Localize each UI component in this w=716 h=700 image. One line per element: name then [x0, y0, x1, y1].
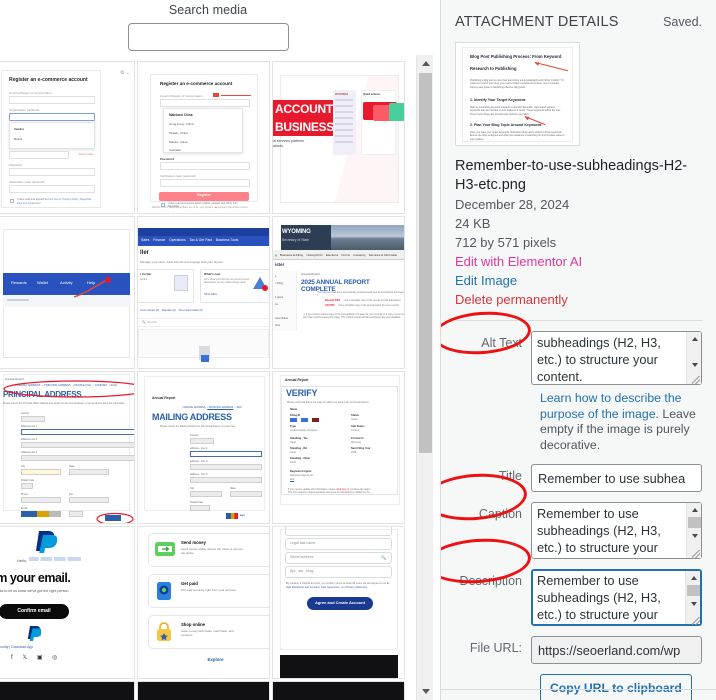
- media-item-mailing-address[interactable]: Annual Report › MAILING ADDRESS › PRINCI…: [137, 371, 270, 524]
- thumb-text: al services platform: [273, 139, 304, 143]
- thumb-text: Annual Report: [152, 396, 176, 400]
- title-input[interactable]: [531, 464, 702, 492]
- file-url-input[interactable]: [531, 636, 702, 664]
- preview-annotation-arrow-1: [534, 62, 569, 72]
- thumb-text: Country/Region of Incorporation: [9, 91, 52, 95]
- file-url-row: File URL:: [455, 636, 702, 664]
- media-item-blue-dashboard-left[interactable]: Rewards Wallet Activity Help: [0, 216, 135, 369]
- search-input[interactable]: [127, 23, 289, 51]
- attachment-dimensions: 712 by 571 pixels: [455, 235, 557, 250]
- caption-row: Caption Remember to use subheadings (H2,…: [455, 502, 702, 559]
- thumb-text: arkets.: [273, 144, 284, 148]
- thumb-text: Password: [9, 163, 23, 167]
- thumb-text: your email address to let us know we've …: [0, 589, 70, 593]
- details-divider: [455, 320, 702, 321]
- thumb-text: Explore: [207, 657, 224, 662]
- description-row: Description Remember to use subheadings …: [455, 569, 702, 626]
- media-item-ecommerce-form[interactable]: Register an e-commerce account Country/R…: [0, 61, 135, 214]
- thumb-text: Agree and Create Account: [314, 600, 366, 605]
- thumb-text: BUSINESS: [273, 118, 338, 136]
- saved-status: Saved.: [663, 15, 702, 29]
- attachment-details-panel: ATTACHMENT DETAILS Saved. Blog Post Publ…: [440, 0, 716, 700]
- attachment-date: December 28, 2024: [455, 197, 570, 212]
- media-grid-scrollbar[interactable]: [416, 55, 433, 700]
- preview-doc-heading-1: Blog Post Publishing Process: From Keywo…: [470, 54, 562, 59]
- file-url-control: [531, 636, 702, 664]
- alt-text-label: Alt Text: [481, 336, 522, 350]
- media-item-blue-dashboard[interactable]: Sales Finance Operations Tax & Get Paid …: [137, 216, 270, 369]
- thumb-text: lp & Contact | Security | Download App: [0, 645, 34, 649]
- media-item-verify[interactable]: Annual Report VERIFY Please verify that …: [272, 371, 405, 524]
- thumb-text: Hello,: [17, 558, 28, 563]
- media-item-ecommerce-form-dropdown[interactable]: Register an e-commerce account Country/R…: [137, 61, 270, 214]
- thumb-text: onfirm your email.: [0, 571, 71, 585]
- search-media-label: Search media: [168, 3, 248, 17]
- description-label: Description: [459, 574, 522, 588]
- thumb-text: Annual Report: [285, 378, 309, 382]
- media-grid: Register an e-commerce account Country/R…: [0, 58, 416, 700]
- description-input[interactable]: Remember to use subheadings (H2, H3, etc…: [531, 569, 702, 626]
- media-grid-scroll-area[interactable]: Register an e-commerce account Country/R…: [0, 58, 416, 700]
- thumb-text: Legal last name: [290, 541, 316, 545]
- thumb-text: MAILING ADDRESS: [152, 412, 232, 422]
- scroll-up-arrow-icon[interactable]: [417, 55, 434, 72]
- media-item-principal-address[interactable]: Annual Report › MAILING ADDRESS › PRINCI…: [0, 371, 135, 524]
- thumb-text: Get paid: [181, 581, 198, 586]
- thumb-text: Verification code (optional): [9, 180, 45, 184]
- caption-control: Remember to use subheadings (H2, H3, etc…: [531, 502, 702, 559]
- media-item-paypal-features[interactable]: Send money Send money safely across the …: [137, 526, 270, 679]
- media-item-dark-4xx-a[interactable]: Example 4* Client Error HTTP Status Code…: [0, 681, 135, 700]
- alt-text-help: Learn how to describe the purpose of the…: [540, 391, 702, 453]
- preview-doc-section-2: 2. Plan Your Blog Topic Around Keywords: [470, 123, 542, 127]
- media-item-account-business[interactable]: ACCOUNT BUSINESS al services platform ar…: [272, 61, 405, 214]
- attachment-details-title: ATTACHMENT DETAILS: [455, 14, 619, 30]
- file-url-label: File URL:: [469, 641, 522, 655]
- media-item-dark-4xx-c[interactable]: er 4xx Client Error: [272, 681, 405, 700]
- description-control: Remember to use subheadings (H2, H3, etc…: [531, 569, 702, 626]
- caption-label: Caption: [478, 507, 522, 521]
- alt-text-input[interactable]: subheadings (H2, H3, etc.) to structure …: [531, 331, 702, 385]
- thumb-text: Apt., ste., bldg.: [290, 569, 314, 573]
- thumb-text: Register an e-commerce account: [160, 81, 233, 86]
- media-item-wyoming[interactable]: WYOMING Secretary of State g Business E-…: [272, 216, 405, 369]
- media-item-paypal-signup[interactable]: Legal last name Street address 🔍 Apt., s…: [272, 526, 405, 679]
- thumb-text: Street address: [290, 555, 314, 559]
- title-label: Title: [498, 469, 522, 483]
- scrollbar-thumb[interactable]: [419, 73, 432, 453]
- media-item-dark-4xx-b[interactable]: er 4xx Client Error: [137, 681, 270, 700]
- thumb-text: Register an e-commerce account: [9, 77, 88, 83]
- attachment-filename: Remember-to-use-subheadings-H2-H3-etc.pn…: [455, 158, 688, 193]
- title-control: [531, 464, 702, 492]
- panel-bottom-divider: [441, 689, 716, 690]
- thumb-text: Shop online: [181, 622, 205, 627]
- attachment-filesize: 24 KB: [455, 216, 491, 231]
- alt-text-control: subheadings (H2, H3, etc.) to structure …: [531, 331, 702, 385]
- thumb-text: Annual Report: [301, 272, 321, 276]
- media-library-modal: Search media Register an e-commerce acco…: [0, 0, 716, 700]
- thumb-text: Organization (optional): [9, 108, 40, 112]
- thumb-text: Secretary of State: [282, 238, 310, 242]
- preview-doc-section-1: 1. Identify Your Target Keywords: [470, 98, 526, 102]
- preview-doc-heading-2: Research to Publishing: [470, 66, 517, 71]
- delete-permanently-link[interactable]: Delete permanently: [455, 290, 702, 309]
- thumb-text: Country/Region of Incorporation: [160, 94, 203, 98]
- attachment-details-header: ATTACHMENT DETAILS Saved.: [455, 0, 702, 30]
- media-item-paypal-confirm[interactable]: Hello, onfirm your email. your email add…: [0, 526, 135, 679]
- media-grid-pane: Search media Register an e-commerce acco…: [0, 0, 440, 700]
- scroll-down-arrow-icon[interactable]: [417, 683, 434, 700]
- alt-text-row: Alt Text subheadings (H2, H3, etc.) to s…: [455, 331, 702, 385]
- thumb-text: Register: [197, 193, 211, 197]
- edit-with-elementor-ai-link[interactable]: Edit with Elementor AI: [455, 252, 702, 271]
- attachment-preview-thumbnail[interactable]: Blog Post Publishing Process: From Keywo…: [455, 42, 580, 146]
- thumb-text: WYOMING: [282, 229, 311, 235]
- thumb-text: Send money: [181, 540, 206, 545]
- search-media-row: Search media: [0, 0, 416, 58]
- thumb-text: ACCOUNT: [273, 100, 337, 118]
- thumb-text: VERIFY: [286, 388, 318, 398]
- title-row: Title: [455, 464, 702, 492]
- copy-url-to-clipboard-button[interactable]: Copy URL to clipboard: [540, 674, 692, 700]
- thumb-text: Confirm email: [17, 608, 51, 614]
- caption-input[interactable]: Remember to use subheadings (H2, H3, etc…: [531, 502, 702, 559]
- edit-image-link[interactable]: Edit Image: [455, 271, 702, 290]
